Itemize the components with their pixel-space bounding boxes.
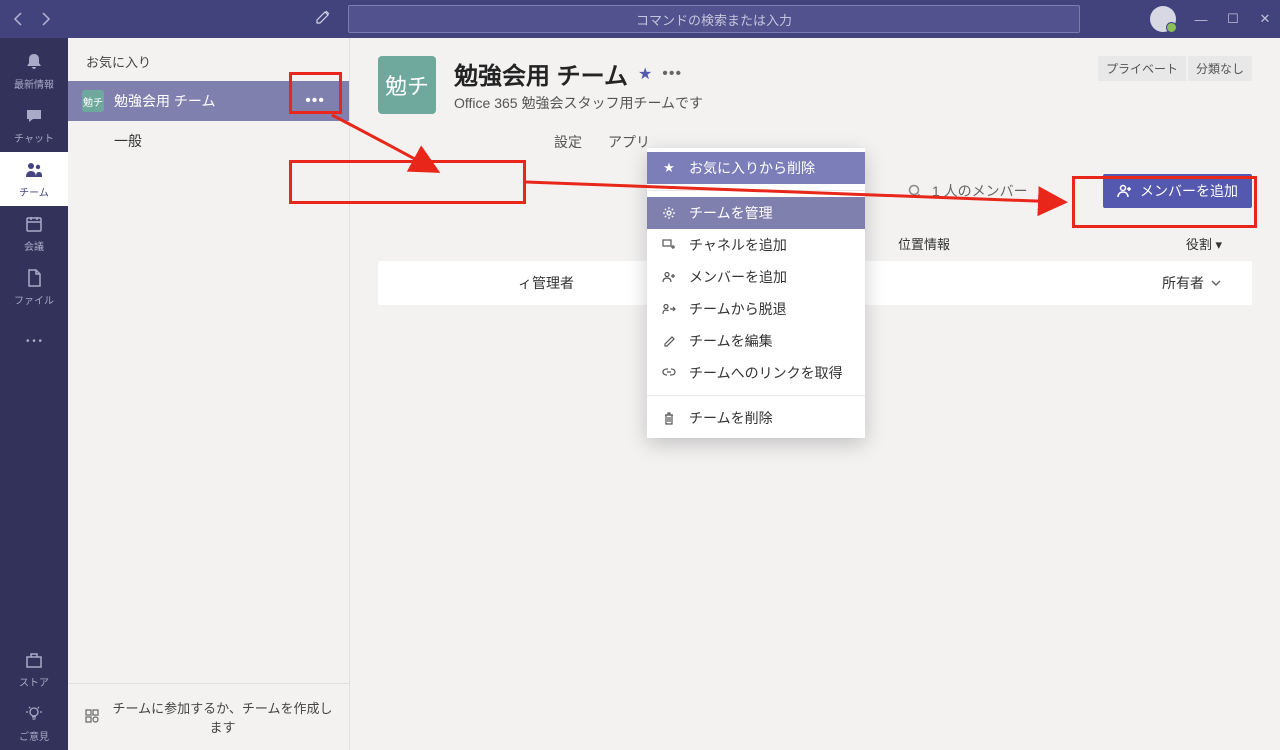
nav-back[interactable] — [8, 9, 28, 29]
privacy-badge: プライベート — [1098, 56, 1186, 81]
menu-edit-team[interactable]: チームを編集 — [647, 325, 865, 357]
col-location: 位置情報 — [898, 234, 1128, 253]
team-name: 勉強会用 チーム — [114, 91, 285, 111]
chat-icon — [23, 105, 45, 127]
menu-label: お気に入りから削除 — [689, 158, 815, 178]
member-search-text: 1 人のメンバー — [932, 181, 1028, 201]
add-channel-icon — [661, 239, 677, 251]
rail-label: ご意見 — [19, 728, 49, 743]
team-subtitle: Office 365 勉強会スタッフ用チームです — [454, 93, 1080, 113]
classification-badge: 分類なし — [1188, 56, 1252, 81]
search-icon — [908, 184, 922, 198]
minimize-button[interactable]: — — [1194, 12, 1208, 27]
titlebar: コマンドの検索または入力 — ☐ ✕ — [0, 0, 1280, 38]
rail-more[interactable]: • • • — [0, 314, 68, 368]
team-list-panel: お気に入り 勉チ 勉強会用 チーム ••• 一般 チームに参加するか、チームを作… — [68, 38, 350, 750]
menu-leave-team[interactable]: チームから脱退 — [647, 293, 865, 325]
rail-label: ファイル — [14, 292, 54, 307]
file-icon — [23, 267, 45, 289]
menu-get-link[interactable]: チームへのリンクを取得 — [647, 357, 865, 389]
link-icon — [661, 367, 677, 379]
search-input[interactable]: コマンドの検索または入力 — [348, 5, 1080, 33]
menu-label: チャネルを追加 — [689, 235, 787, 255]
rail-label: 会議 — [24, 238, 44, 253]
rail-label: ストア — [19, 674, 49, 689]
member-search[interactable]: 1 人のメンバー — [898, 175, 1091, 207]
menu-separator — [647, 395, 865, 396]
store-icon — [23, 649, 45, 671]
channel-general[interactable]: 一般 — [68, 121, 349, 161]
menu-label: チームを編集 — [689, 331, 773, 351]
menu-add-member[interactable]: メンバーを追加 — [647, 261, 865, 293]
favorites-header: お気に入り — [68, 38, 349, 81]
rail-label: 最新情報 — [14, 76, 54, 91]
bell-icon — [23, 51, 45, 73]
col-role[interactable]: 役割 ▾ — [1128, 234, 1252, 253]
maximize-button[interactable]: ☐ — [1226, 11, 1240, 27]
menu-label: チームを削除 — [689, 408, 773, 428]
menu-remove-favorite[interactable]: ★ お気に入りから削除 — [647, 152, 865, 184]
rail-label: チャット — [14, 130, 54, 145]
menu-label: メンバーを追加 — [689, 267, 787, 287]
rail-activity[interactable]: 最新情報 — [0, 44, 68, 98]
person-add-icon — [661, 271, 677, 283]
footer-text: チームに参加するか、チームを作成します — [112, 698, 333, 736]
team-avatar-small: 勉チ — [82, 90, 104, 112]
ellipsis-icon: • • • — [23, 330, 45, 352]
role-value: 所有者 — [1162, 273, 1204, 293]
rail-label: チーム — [19, 184, 49, 199]
team-more-button[interactable]: ••• — [295, 88, 335, 114]
rail-store[interactable]: ストア — [0, 642, 68, 696]
rail-meetings[interactable]: 会議 — [0, 206, 68, 260]
page-title: 勉強会用 チーム — [454, 56, 628, 91]
team-row[interactable]: 勉チ 勉強会用 チーム ••• — [68, 81, 349, 121]
menu-separator — [647, 190, 865, 191]
pencil-icon — [661, 335, 677, 348]
rail-files[interactable]: ファイル — [0, 260, 68, 314]
menu-manage-team[interactable]: チームを管理 — [647, 197, 865, 229]
leave-icon — [661, 303, 677, 315]
calendar-icon — [23, 213, 45, 235]
settings-icon — [84, 708, 100, 727]
chevron-down-icon — [1210, 279, 1222, 287]
menu-delete-team[interactable]: チームを削除 — [647, 402, 865, 434]
team-context-menu: ★ お気に入りから削除 チームを管理 チャネルを追加 メンバーを追加 チームから… — [647, 148, 865, 438]
menu-label: チームから脱退 — [689, 299, 787, 319]
rail-feedback[interactable]: ご意見 — [0, 696, 68, 750]
add-member-label: メンバーを追加 — [1140, 181, 1238, 201]
menu-label: チームへのリンクを取得 — [689, 363, 843, 383]
join-create-team[interactable]: チームに参加するか、チームを作成します — [68, 683, 349, 750]
role-selector[interactable]: 所有者 — [1128, 273, 1252, 293]
team-header-more[interactable]: ••• — [662, 65, 682, 83]
star-icon: ★ — [661, 160, 677, 176]
app-rail: 最新情報 チャット チーム 会議 ファイル • • • ストア ご意見 — [0, 38, 68, 750]
menu-add-channel[interactable]: チャネルを追加 — [647, 229, 865, 261]
rail-chat[interactable]: チャット — [0, 98, 68, 152]
user-avatar[interactable] — [1150, 6, 1176, 32]
chevron-down-icon: ▾ — [1215, 237, 1222, 252]
star-icon[interactable]: ★ — [638, 64, 652, 84]
trash-icon — [661, 412, 677, 425]
close-button[interactable]: ✕ — [1258, 11, 1272, 27]
teams-icon — [23, 159, 45, 181]
team-avatar-large: 勉チ — [378, 56, 436, 114]
lightbulb-icon — [23, 703, 45, 725]
add-member-button[interactable]: メンバーを追加 — [1103, 174, 1252, 208]
tab-apps[interactable]: アプリ — [608, 132, 650, 162]
nav-forward[interactable] — [36, 9, 56, 29]
rail-teams[interactable]: チーム — [0, 152, 68, 206]
main-content: 勉チ 勉強会用 チーム ★ ••• Office 365 勉強会スタッフ用チーム… — [350, 38, 1280, 750]
compose-icon[interactable] — [315, 9, 331, 30]
person-add-icon — [1117, 184, 1133, 198]
tab-settings[interactable]: 設定 — [554, 132, 582, 162]
menu-label: チームを管理 — [689, 203, 773, 223]
gear-icon — [661, 206, 677, 220]
